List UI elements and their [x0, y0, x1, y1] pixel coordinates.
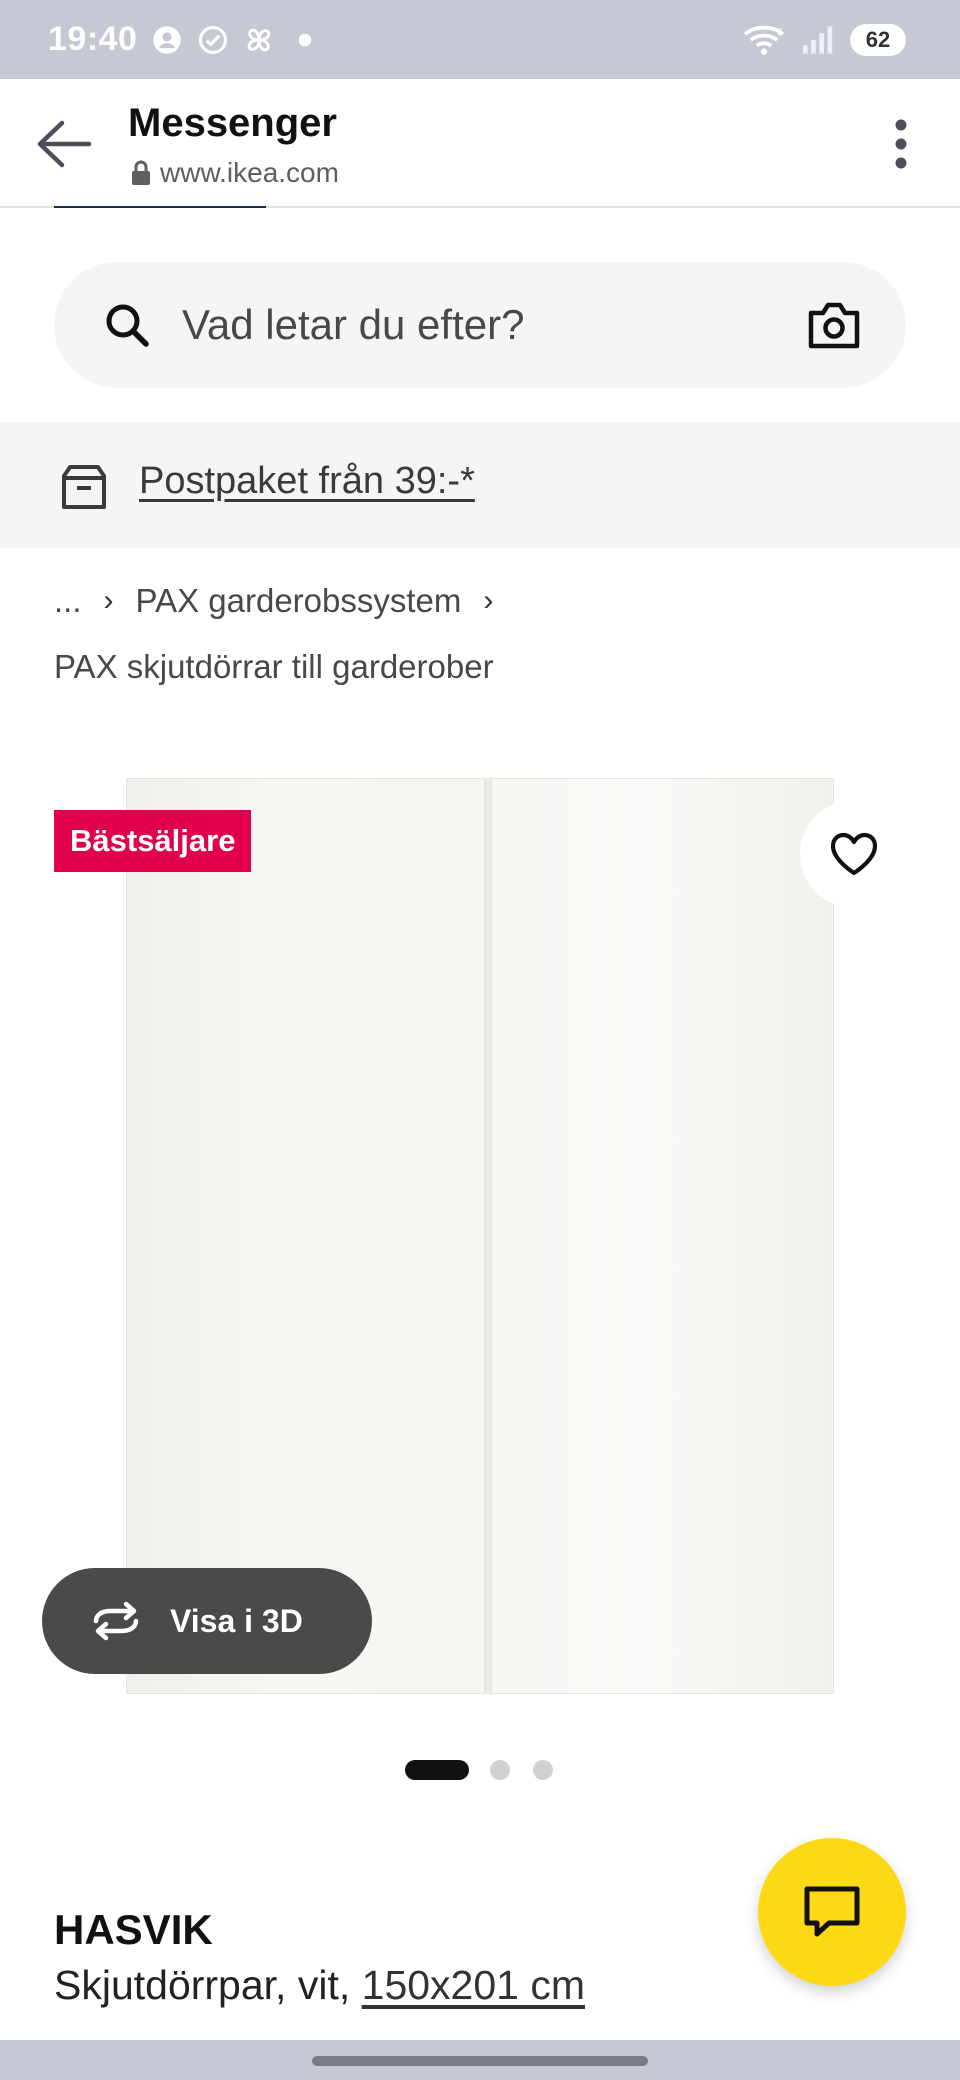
- overflow-menu-button[interactable]: [876, 109, 926, 179]
- page-url: www.ikea.com: [130, 157, 339, 189]
- gallery-pagination: [0, 1758, 960, 1782]
- status-bar: 19:40 6 62: [0, 0, 960, 79]
- pagination-dot-3[interactable]: [533, 1760, 553, 1780]
- wifi-icon: 6: [742, 24, 786, 56]
- rotate-3d-icon: [93, 1601, 139, 1641]
- breadcrumb-current[interactable]: PAX skjutdörrar till garderober: [54, 648, 494, 686]
- product-description: Skjutdörrpar, vit, 150x201 cm: [54, 1962, 585, 2009]
- signal-icon: [800, 24, 836, 56]
- product-name: HASVIK: [54, 1906, 213, 1953]
- chat-bubble-icon: [804, 1886, 860, 1937]
- arrow-left-icon: [37, 120, 92, 168]
- status-bar-left: 19:40: [48, 20, 321, 59]
- favorite-button[interactable]: [800, 800, 908, 908]
- search-input[interactable]: [182, 292, 802, 358]
- lock-icon: [132, 160, 150, 185]
- product-size-link[interactable]: 150x201 cm: [362, 1962, 585, 2008]
- parcel-box-icon: [62, 465, 106, 509]
- door-divider: [484, 778, 492, 1694]
- search-icon: [106, 304, 149, 347]
- back-button[interactable]: [28, 109, 98, 179]
- svg-text:6: 6: [777, 27, 783, 38]
- heart-icon: [830, 832, 878, 876]
- pinwheel-icon: [243, 24, 275, 56]
- wardrobe-door-left: [126, 778, 488, 1694]
- more-vertical-icon: [895, 119, 907, 169]
- view-in-3d-label: Visa i 3D: [170, 1602, 303, 1639]
- bestseller-badge: Bästsäljare: [54, 810, 252, 872]
- wardrobe-door-right: [488, 778, 834, 1694]
- check-circle-icon: [197, 24, 229, 56]
- promo-banner: Postpaket från 39:-*: [0, 422, 960, 548]
- breadcrumb-item-pax-system[interactable]: PAX garderobssystem: [136, 582, 462, 620]
- breadcrumb: ... › PAX garderobssystem ›: [54, 582, 515, 620]
- pagination-dot-2[interactable]: [490, 1760, 510, 1780]
- system-navigation-bar: [0, 2040, 960, 2080]
- product-image[interactable]: [0, 760, 960, 1704]
- gesture-handle[interactable]: [312, 2056, 648, 2066]
- account-circle-icon: [151, 24, 183, 56]
- page-url-text: www.ikea.com: [160, 157, 339, 188]
- status-bar-right: 6 62: [742, 23, 906, 56]
- screen: 19:40 6 62 Messenger www.ikea.com Vad le…: [0, 0, 960, 2080]
- chevron-right-icon: ›: [483, 584, 494, 617]
- pagination-dot-1[interactable]: [405, 1760, 469, 1780]
- camera-icon[interactable]: [808, 300, 860, 350]
- product-description-text: Skjutdörrpar, vit,: [54, 1962, 351, 2008]
- browser-app-bar: Messenger www.ikea.com: [0, 79, 960, 208]
- search-bar[interactable]: [54, 262, 906, 388]
- chevron-right-icon: ›: [103, 584, 114, 617]
- page-load-progress: [54, 206, 266, 208]
- shipping-offer-link[interactable]: Postpaket från 39:-*: [139, 460, 475, 503]
- view-in-3d-button[interactable]: Visa i 3D: [42, 1568, 372, 1674]
- dot-icon: [289, 24, 321, 56]
- battery-indicator: 62: [850, 23, 906, 56]
- chat-button[interactable]: [758, 1838, 906, 1986]
- app-title: Messenger: [128, 101, 337, 145]
- status-time: 19:40: [48, 20, 138, 58]
- breadcrumb-ellipsis[interactable]: ...: [54, 582, 82, 620]
